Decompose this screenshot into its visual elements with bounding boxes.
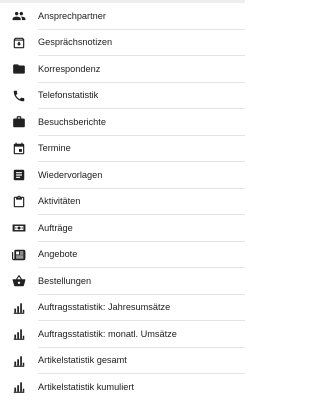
bar-chart-icon: [0, 295, 38, 322]
money-icon: [0, 215, 38, 242]
menu-item-artikelstatistik-gesamt[interactable]: Artikelstatistik gesamt: [0, 348, 245, 375]
menu-item-label: Wiedervorlagen: [38, 170, 103, 180]
newspaper-icon: [0, 242, 38, 269]
menu-item-gespraechsnotizen[interactable]: Gesprächsnotizen: [0, 30, 245, 57]
menu-item-korrespondenz[interactable]: Korrespondenz: [0, 56, 245, 83]
menu-item-label: Bestellungen: [38, 276, 92, 286]
document-lines-icon: [0, 162, 38, 189]
menu-item-label: Auftragsstatistik: Jahresumsätze: [38, 303, 171, 313]
menu-item-wiedervorlagen[interactable]: Wiedervorlagen: [0, 162, 245, 189]
navigation-menu: Ansprechpartner Gesprächsnotizen Korresp…: [0, 3, 245, 401]
menu-item-bestellungen[interactable]: Bestellungen: [0, 268, 245, 295]
bar-chart-icon: [0, 374, 38, 401]
clipboard-icon: [0, 189, 38, 216]
menu-item-label: Ansprechpartner: [38, 11, 106, 21]
menu-item-label: Gesprächsnotizen: [38, 38, 113, 48]
menu-item-artikelstatistik-kumuliert[interactable]: Artikelstatistik kumuliert: [0, 374, 245, 401]
menu-item-label: Aufträge: [38, 223, 73, 233]
menu-item-telefonstatistik[interactable]: Telefonstatistik: [0, 83, 245, 110]
menu-item-angebote[interactable]: Angebote: [0, 242, 245, 269]
menu-item-label: Termine: [38, 144, 71, 154]
menu-item-ansprechpartner[interactable]: Ansprechpartner: [0, 3, 245, 30]
menu-item-label: Korrespondenz: [38, 64, 101, 74]
menu-item-label: Artikelstatistik gesamt: [38, 356, 127, 366]
menu-item-termine[interactable]: Termine: [0, 136, 245, 163]
menu-item-label: Auftragsstatistik: monatl. Umsätze: [38, 329, 177, 339]
menu-item-auftragsstatistik-monatl-umsaetze[interactable]: Auftragsstatistik: monatl. Umsätze: [0, 321, 245, 348]
menu-item-besuchsberichte[interactable]: Besuchsberichte: [0, 109, 245, 136]
menu-item-label: Artikelstatistik kumuliert: [38, 382, 134, 392]
inbox-tray-icon: [0, 30, 38, 57]
menu-item-label: Angebote: [38, 250, 78, 260]
folder-icon: [0, 56, 38, 83]
menu-item-label: Aktivitäten: [38, 197, 81, 207]
bar-chart-icon: [0, 321, 38, 348]
briefcase-icon: [0, 109, 38, 136]
menu-item-label: Telefonstatistik: [38, 91, 99, 101]
contacts-icon: [0, 3, 38, 30]
menu-item-auftraege[interactable]: Aufträge: [0, 215, 245, 242]
bar-chart-icon: [0, 348, 38, 375]
menu-item-label: Besuchsberichte: [38, 117, 106, 127]
basket-icon: [0, 268, 38, 295]
menu-item-aktivitaeten[interactable]: Aktivitäten: [0, 189, 245, 216]
calendar-icon: [0, 136, 38, 163]
phone-icon: [0, 83, 38, 110]
menu-item-auftragsstatistik-jahresumsaetze[interactable]: Auftragsstatistik: Jahresumsätze: [0, 295, 245, 322]
